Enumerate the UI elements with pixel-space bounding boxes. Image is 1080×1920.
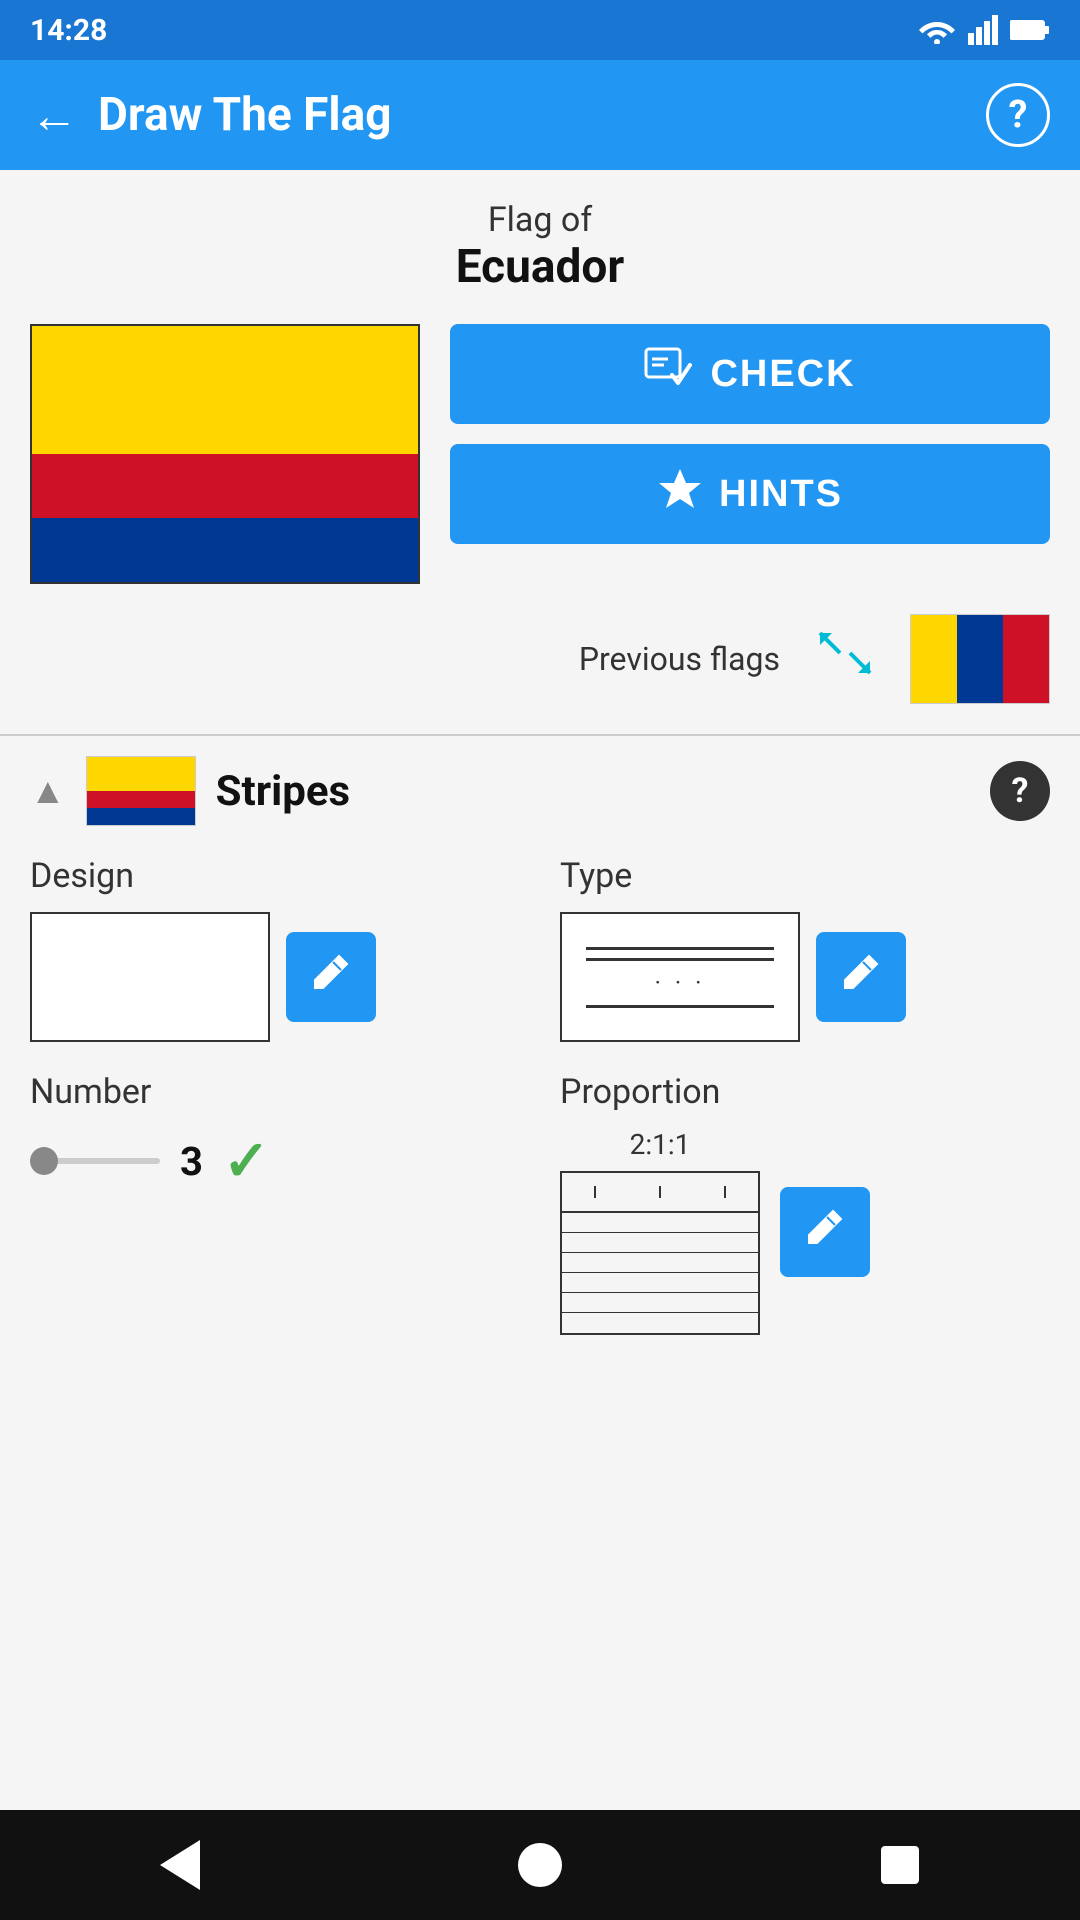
proportion-edit-button[interactable] xyxy=(780,1187,870,1277)
signal-icon xyxy=(968,15,998,45)
number-column: Number 3 ✓ xyxy=(30,1072,520,1335)
check-icon xyxy=(644,347,694,401)
wifi-icon xyxy=(918,16,956,44)
hints-button[interactable]: HINTS xyxy=(450,444,1050,544)
number-slider-track[interactable] xyxy=(30,1158,160,1164)
collapse-icon[interactable]: ▲ xyxy=(30,770,66,812)
nav-home-icon xyxy=(518,1843,562,1887)
flag-stripe-red xyxy=(32,454,418,518)
type-edit-button[interactable] xyxy=(816,932,906,1022)
design-column: Design xyxy=(30,856,520,1042)
proportion-column: Proportion 2:1:1 xyxy=(560,1072,1050,1335)
type-control: · · · xyxy=(560,912,1050,1042)
stripes-header: ▲ Stripes ? xyxy=(30,756,1050,826)
app-title: Draw The Flag xyxy=(98,88,986,142)
stripes-title: Stripes xyxy=(216,767,970,816)
design-preview-box xyxy=(30,912,270,1042)
status-bar: 14:28 xyxy=(0,0,1080,60)
previous-flags-label: Previous flags xyxy=(579,640,780,678)
type-preview-box: · · · xyxy=(560,912,800,1042)
top-section: CHECK HINTS xyxy=(0,304,1080,604)
nav-recents-icon xyxy=(881,1846,919,1884)
number-proportion-row: Number 3 ✓ Proportion 2:1:1 xyxy=(30,1072,1050,1335)
nav-back-button[interactable] xyxy=(145,1830,215,1900)
prev-flag-red-stripe xyxy=(1003,615,1049,703)
help-button[interactable]: ? xyxy=(986,83,1050,147)
design-type-row: Design Type xyxy=(30,856,1050,1042)
prev-flag-blue-stripe xyxy=(957,615,1003,703)
proportion-label: Proportion xyxy=(560,1072,1050,1112)
proportion-content: 2:1:1 xyxy=(560,1128,1050,1335)
design-edit-icon xyxy=(309,950,353,1004)
status-time: 14:28 xyxy=(30,13,107,48)
design-control xyxy=(30,912,520,1042)
flag-stripe-blue xyxy=(32,518,418,582)
proportion-diagram: 2:1:1 xyxy=(560,1128,760,1335)
flag-stripe-yellow xyxy=(32,326,418,454)
ecuador-flag xyxy=(30,324,420,584)
nav-recents-button[interactable] xyxy=(865,1830,935,1900)
type-column: Type · · · xyxy=(560,856,1050,1042)
design-edit-button[interactable] xyxy=(286,932,376,1022)
number-slider-thumb[interactable] xyxy=(30,1147,58,1175)
previous-flag-thumbnail[interactable] xyxy=(910,614,1050,704)
stripes-help-button[interactable]: ? xyxy=(990,761,1050,821)
nav-bar xyxy=(0,1810,1080,1920)
number-checkmark: ✓ xyxy=(223,1128,270,1194)
number-control: 3 ✓ xyxy=(30,1128,520,1194)
expand-arrows-icon xyxy=(810,623,880,696)
type-edit-icon xyxy=(839,950,883,1004)
flag-of-text: Flag of xyxy=(0,200,1080,240)
check-label: CHECK xyxy=(710,353,855,396)
buttons-column: CHECK HINTS xyxy=(450,324,1050,544)
battery-icon xyxy=(1010,18,1050,42)
slider-container xyxy=(30,1158,160,1164)
proportion-edit-icon xyxy=(803,1205,847,1259)
proportion-ratio: 2:1:1 xyxy=(630,1128,691,1161)
hints-label: HINTS xyxy=(719,473,843,516)
nav-back-icon xyxy=(160,1840,200,1890)
prev-flag-yellow-stripe xyxy=(911,615,957,703)
proportion-box xyxy=(560,1171,760,1335)
slider-value: 3 xyxy=(180,1138,203,1185)
number-label: Number xyxy=(30,1072,520,1112)
previous-flags-section: Previous flags xyxy=(0,604,1080,734)
star-icon xyxy=(657,466,703,522)
type-label: Type xyxy=(560,856,1050,896)
status-icons xyxy=(918,15,1050,45)
stripes-mini-flag xyxy=(86,756,196,826)
flag-header: Flag of Ecuador xyxy=(0,170,1080,304)
stripes-section: ▲ Stripes ? Design xyxy=(0,736,1080,1355)
nav-home-button[interactable] xyxy=(505,1830,575,1900)
app-bar: ← Draw The Flag ? xyxy=(0,60,1080,170)
country-name: Ecuador xyxy=(0,240,1080,294)
back-button[interactable]: ← xyxy=(30,87,78,144)
main-content: Flag of Ecuador CHECK xyxy=(0,170,1080,1810)
check-button[interactable]: CHECK xyxy=(450,324,1050,424)
design-label: Design xyxy=(30,856,520,896)
